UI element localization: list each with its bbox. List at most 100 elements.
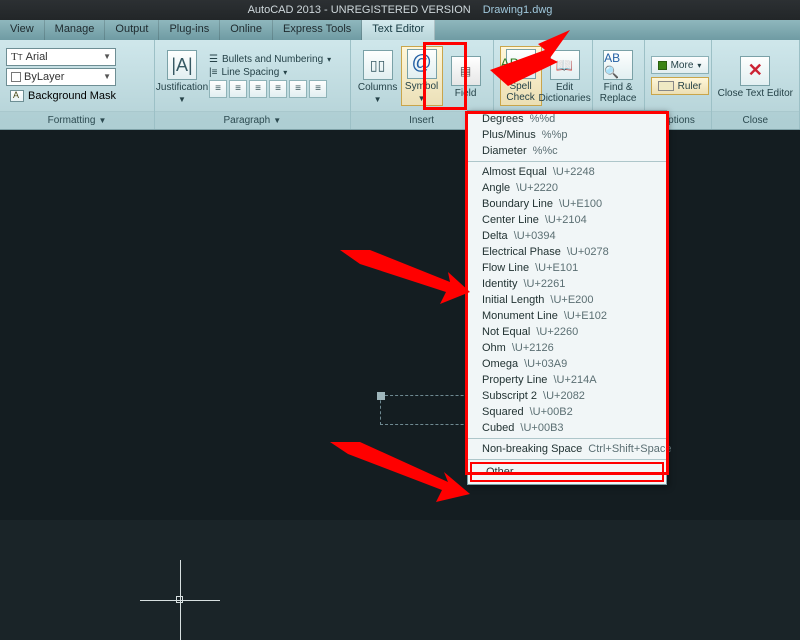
menu-item-code: \U+0394 bbox=[514, 230, 556, 242]
ribbon-tabs: View Manage Output Plug-ins Online Expre… bbox=[0, 20, 800, 40]
menu-item-code: \U+214A bbox=[553, 374, 596, 386]
menu-item-label: Diameter bbox=[482, 145, 527, 157]
background-mask-label: Background Mask bbox=[28, 90, 116, 102]
menu-item-other[interactable]: Other... bbox=[470, 462, 664, 482]
menu-item[interactable]: Boundary Line \U+E100 bbox=[468, 196, 666, 212]
menu-item[interactable]: Property Line\U+214A bbox=[468, 372, 666, 388]
menu-item[interactable]: Ohm \U+2126 bbox=[468, 340, 666, 356]
menu-item-label: Identity bbox=[482, 278, 517, 290]
columns-button[interactable]: ▯▯ Columns▼ bbox=[357, 47, 399, 104]
align-dist-button[interactable]: ≡ bbox=[289, 80, 307, 98]
menu-item[interactable]: Plus/Minus%%p bbox=[468, 127, 666, 143]
spellcheck-icon: ABC✔ bbox=[506, 49, 536, 79]
document-name: Drawing1.dwg bbox=[483, 4, 553, 16]
menu-item[interactable]: Monument Line\U+E102 bbox=[468, 308, 666, 324]
tab-view[interactable]: View bbox=[0, 20, 45, 40]
layer-combo[interactable]: ByLayer ▼ bbox=[6, 68, 116, 86]
menu-item-code: %%d bbox=[530, 113, 556, 125]
background-mask-button[interactable]: Background Mask bbox=[6, 88, 120, 104]
tab-text-editor[interactable]: Text Editor bbox=[362, 20, 435, 40]
justification-button[interactable]: |A| Justification ▼ bbox=[161, 47, 203, 104]
menu-item-code: \U+2261 bbox=[523, 278, 565, 290]
menu-item[interactable]: Diameter %%c bbox=[468, 143, 666, 159]
menu-item-code: \U+E100 bbox=[559, 198, 602, 210]
align-full-button[interactable]: ≡ bbox=[309, 80, 327, 98]
menu-item-label: Flow Line bbox=[482, 262, 529, 274]
align-right-button[interactable]: ≡ bbox=[249, 80, 267, 98]
background-mask-icon bbox=[10, 90, 24, 102]
menu-item[interactable]: Omega\U+03A9 bbox=[468, 356, 666, 372]
justification-icon: |A| bbox=[167, 50, 197, 80]
align-center-button[interactable]: ≡ bbox=[229, 80, 247, 98]
align-left-button[interactable]: ≡ bbox=[209, 80, 227, 98]
menu-item[interactable]: Cubed \U+00B3 bbox=[468, 420, 666, 436]
menu-item[interactable]: Initial Length\U+E200 bbox=[468, 292, 666, 308]
symbol-button[interactable]: @ Symbol▼ bbox=[401, 46, 443, 106]
find-icon: AB🔍 bbox=[603, 50, 633, 80]
menu-item-code: %%c bbox=[533, 145, 558, 157]
menu-item[interactable]: Center Line\U+2104 bbox=[468, 212, 666, 228]
menu-item[interactable]: Not Equal\U+2260 bbox=[468, 324, 666, 340]
line-spacing-button[interactable]: |≡Line Spacing▾ bbox=[209, 67, 331, 78]
edit-dictionaries-button[interactable]: 📖 Edit Dictionaries bbox=[544, 47, 586, 104]
linespacing-icon: |≡ bbox=[209, 67, 217, 78]
menu-item[interactable]: Non-breaking SpaceCtrl+Shift+Space bbox=[468, 441, 666, 457]
field-button[interactable]: ▤ Field bbox=[445, 53, 487, 99]
close-icon: ✕ bbox=[740, 56, 770, 86]
menu-item[interactable]: Electrical Phase\U+0278 bbox=[468, 244, 666, 260]
menu-item-code: \U+00B3 bbox=[520, 422, 563, 434]
check-icon bbox=[658, 61, 667, 70]
menu-item-label: Plus/Minus bbox=[482, 129, 536, 141]
more-button[interactable]: More▾ bbox=[651, 56, 709, 74]
menu-item-code: \U+2220 bbox=[516, 182, 558, 194]
close-editor-button[interactable]: ✕ Close Text Editor bbox=[718, 53, 793, 99]
layer-name: ByLayer bbox=[24, 71, 64, 83]
chevron-down-icon: ▼ bbox=[103, 72, 111, 81]
tab-output[interactable]: Output bbox=[105, 20, 159, 40]
menu-item[interactable]: Flow Line\U+E101 bbox=[468, 260, 666, 276]
menu-item[interactable]: Identity \U+2261 bbox=[468, 276, 666, 292]
drawing-canvas[interactable] bbox=[0, 130, 800, 520]
field-icon: ▤ bbox=[451, 56, 481, 86]
dictionary-icon: 📖 bbox=[550, 50, 580, 80]
align-justify-button[interactable]: ≡ bbox=[269, 80, 287, 98]
font-combo[interactable]: TTArial ▼ bbox=[6, 48, 116, 66]
tab-online[interactable]: Online bbox=[220, 20, 273, 40]
menu-item[interactable]: Subscript 2\U+2082 bbox=[468, 388, 666, 404]
panel-formatting: TTArial ▼ ByLayer ▼ Background Mask Form… bbox=[0, 40, 155, 129]
menu-item[interactable]: Degrees%%d bbox=[468, 111, 666, 127]
tab-express[interactable]: Express Tools bbox=[273, 20, 362, 40]
menu-item-label: Not Equal bbox=[482, 326, 530, 338]
bullets-icon: ☰ bbox=[209, 54, 218, 65]
menu-item-code: \U+2126 bbox=[512, 342, 554, 354]
panel-title-formatting[interactable]: Formatting▼ bbox=[0, 111, 154, 129]
menu-item-label: Angle bbox=[482, 182, 510, 194]
menu-item-label: Electrical Phase bbox=[482, 246, 561, 258]
symbol-dropdown-menu: Degrees%%dPlus/Minus%%p Diameter %%c Almost… bbox=[467, 110, 667, 485]
menu-item-label: Non-breaking Space bbox=[482, 443, 582, 455]
menu-item[interactable]: Angle \U+2220 bbox=[468, 180, 666, 196]
at-symbol-icon: @ bbox=[407, 49, 437, 79]
menu-item-code: \U+00B2 bbox=[530, 406, 573, 418]
tab-plugins[interactable]: Plug-ins bbox=[159, 20, 220, 40]
menu-item[interactable]: Delta \U+0394 bbox=[468, 228, 666, 244]
ribbon: TTArial ▼ ByLayer ▼ Background Mask Form… bbox=[0, 40, 800, 130]
ruler-button[interactable]: Ruler bbox=[651, 77, 709, 95]
menu-item[interactable]: Squared \U+00B2 bbox=[468, 404, 666, 420]
panel-paragraph: |A| Justification ▼ ☰Bullets and Numberi… bbox=[155, 40, 351, 129]
menu-item-code: \U+2104 bbox=[545, 214, 587, 226]
menu-item[interactable]: Almost Equal\U+2248 bbox=[468, 164, 666, 180]
menu-item-label: Delta bbox=[482, 230, 508, 242]
menu-item-label: Boundary Line bbox=[482, 198, 553, 210]
panel-title-paragraph[interactable]: Paragraph▼ bbox=[155, 111, 350, 129]
spell-check-button[interactable]: ABC✔ Spell Check bbox=[500, 46, 542, 106]
panel-close: ✕ Close Text Editor Close bbox=[712, 40, 800, 129]
menu-item-label: Ohm bbox=[482, 342, 506, 354]
menu-item-label: Squared bbox=[482, 406, 524, 418]
bullets-button[interactable]: ☰Bullets and Numbering▾ bbox=[209, 54, 331, 65]
menu-item-label: Cubed bbox=[482, 422, 514, 434]
title-bar: AutoCAD 2013 - UNREGISTERED VERSION Draw… bbox=[0, 0, 800, 20]
find-replace-button[interactable]: AB🔍 Find & Replace bbox=[599, 47, 638, 104]
tab-manage[interactable]: Manage bbox=[45, 20, 106, 40]
chevron-down-icon: ▼ bbox=[103, 52, 111, 61]
